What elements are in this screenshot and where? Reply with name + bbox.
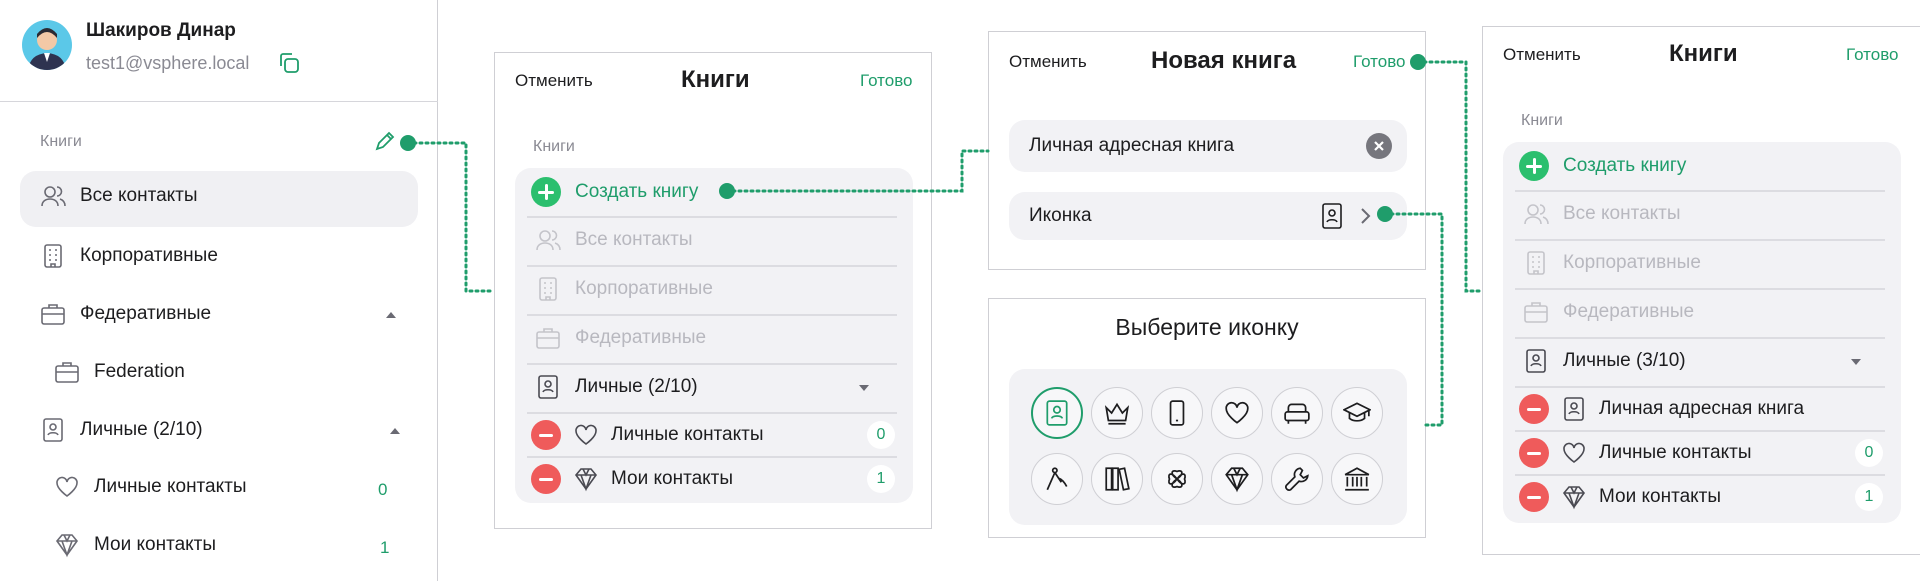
connector-icon-to-picker [1383,212,1444,427]
connector-dot [1410,54,1426,70]
connector-done-to-result [1416,60,1484,293]
connector-create-to-new-book [725,149,990,193]
connector-dot [400,135,416,151]
connector-edit-to-books [406,141,496,293]
connector-dot [1377,206,1393,222]
connector-dot [719,183,735,199]
flow-connectors [400,54,1484,427]
